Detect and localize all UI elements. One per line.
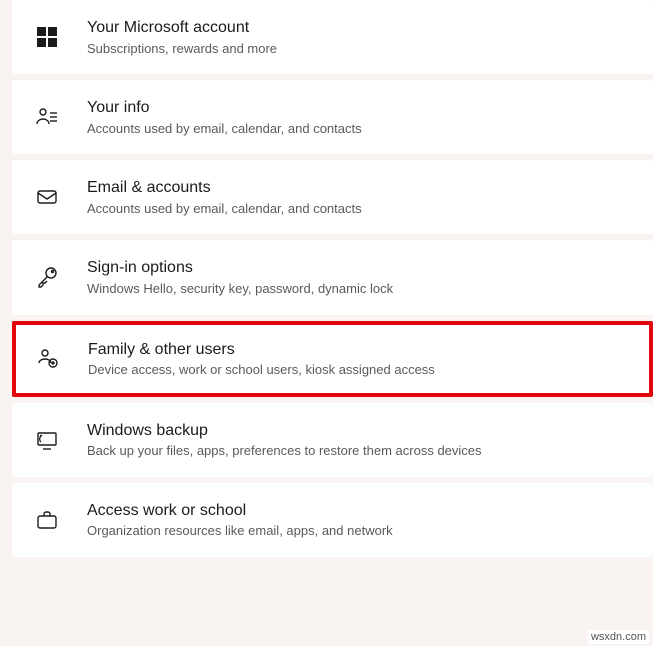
backup-icon (35, 428, 75, 452)
watermark: wsxdn.com (588, 630, 649, 644)
settings-item-title: Access work or school (87, 500, 393, 522)
settings-item-work-school[interactable]: Access work or school Organization resou… (12, 483, 653, 557)
settings-item-text: Access work or school Organization resou… (87, 500, 393, 540)
person-info-icon (35, 105, 75, 129)
settings-item-microsoft-account[interactable]: Your Microsoft account Subscriptions, re… (12, 0, 653, 74)
settings-item-title: Your info (87, 97, 362, 119)
settings-item-text: Family & other users Device access, work… (88, 339, 435, 379)
microsoft-logo-icon (35, 25, 75, 49)
settings-item-your-info[interactable]: Your info Accounts used by email, calend… (12, 80, 653, 154)
settings-item-subtitle: Organization resources like email, apps,… (87, 522, 393, 540)
settings-item-title: Sign-in options (87, 257, 393, 279)
briefcase-icon (35, 508, 75, 532)
settings-item-subtitle: Device access, work or school users, kio… (88, 361, 435, 379)
settings-item-family-other-users[interactable]: Family & other users Device access, work… (12, 321, 653, 397)
family-users-icon (36, 347, 76, 371)
settings-item-title: Email & accounts (87, 177, 362, 199)
settings-item-subtitle: Back up your files, apps, preferences to… (87, 442, 482, 460)
settings-item-text: Sign-in options Windows Hello, security … (87, 257, 393, 297)
settings-item-title: Your Microsoft account (87, 17, 277, 39)
settings-item-subtitle: Windows Hello, security key, password, d… (87, 280, 393, 298)
settings-item-subtitle: Subscriptions, rewards and more (87, 40, 277, 58)
settings-item-text: Windows backup Back up your files, apps,… (87, 420, 482, 460)
settings-item-signin-options[interactable]: Sign-in options Windows Hello, security … (12, 240, 653, 314)
settings-item-title: Family & other users (88, 339, 435, 361)
settings-item-subtitle: Accounts used by email, calendar, and co… (87, 120, 362, 138)
settings-item-text: Your info Accounts used by email, calend… (87, 97, 362, 137)
settings-item-text: Email & accounts Accounts used by email,… (87, 177, 362, 217)
settings-item-email-accounts[interactable]: Email & accounts Accounts used by email,… (12, 160, 653, 234)
settings-accounts-list: Your Microsoft account Subscriptions, re… (0, 0, 653, 557)
key-icon (35, 265, 75, 289)
settings-item-windows-backup[interactable]: Windows backup Back up your files, apps,… (12, 403, 653, 477)
settings-item-title: Windows backup (87, 420, 482, 442)
settings-item-text: Your Microsoft account Subscriptions, re… (87, 17, 277, 57)
mail-icon (35, 185, 75, 209)
settings-item-subtitle: Accounts used by email, calendar, and co… (87, 200, 362, 218)
